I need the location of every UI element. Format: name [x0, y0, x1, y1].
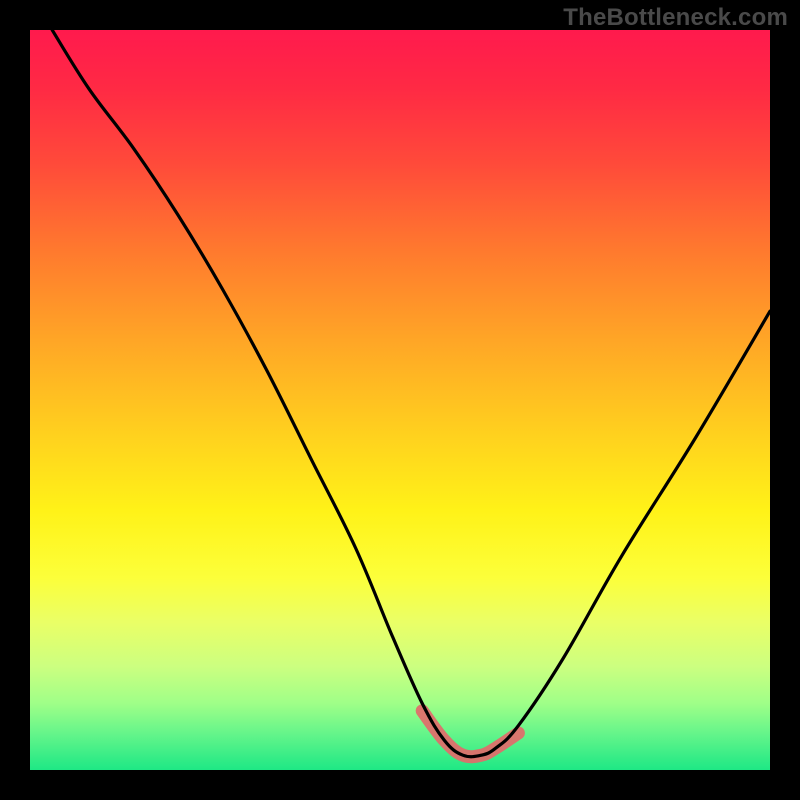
- watermark-text: TheBottleneck.com: [563, 4, 788, 32]
- plot-area: [30, 30, 770, 770]
- bottleneck-curve: [52, 30, 770, 757]
- chart-frame: TheBottleneck.com: [0, 0, 800, 800]
- chart-svg: [30, 30, 770, 770]
- valley-highlight: [422, 711, 518, 757]
